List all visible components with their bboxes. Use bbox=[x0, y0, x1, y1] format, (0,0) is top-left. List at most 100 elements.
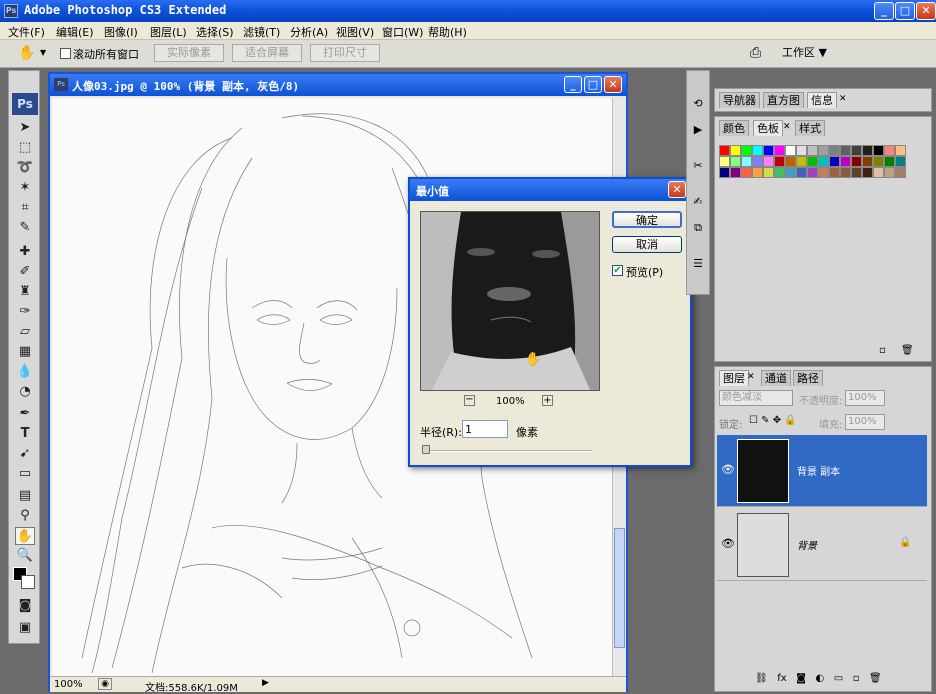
hand-tool-icon[interactable]: ✋ bbox=[18, 45, 35, 61]
menu-edit[interactable]: 编辑(E) bbox=[56, 24, 94, 40]
tab-swatches[interactable]: 色板 bbox=[753, 120, 783, 136]
menu-window[interactable]: 窗口(W) bbox=[382, 24, 423, 40]
maximize-button[interactable]: □ bbox=[895, 2, 915, 20]
actual-pixels-button[interactable]: 实际像素 bbox=[154, 44, 224, 62]
blur-tool-icon[interactable]: 💧 bbox=[15, 363, 35, 381]
doc-close-button[interactable]: ✕ bbox=[604, 76, 622, 93]
tab-layers[interactable]: 图层 bbox=[719, 370, 749, 386]
color-swatch[interactable] bbox=[884, 145, 895, 156]
workspace-menu[interactable]: 工作区 ▼ bbox=[782, 44, 838, 62]
menu-filter[interactable]: 滤镜(T) bbox=[243, 24, 280, 40]
color-swatch[interactable] bbox=[774, 145, 785, 156]
screen-mode-icon[interactable]: ▣ bbox=[15, 619, 35, 637]
color-swatch[interactable] bbox=[895, 167, 906, 178]
color-swatch[interactable] bbox=[840, 167, 851, 178]
tab-swatches-close-icon[interactable]: ✕ bbox=[783, 122, 791, 132]
fit-screen-button[interactable]: 适合屏幕 bbox=[232, 44, 302, 62]
scroll-all-checkbox[interactable] bbox=[60, 48, 71, 59]
tab-color[interactable]: 颜色 bbox=[719, 120, 749, 136]
menu-select[interactable]: 选择(S) bbox=[196, 24, 234, 40]
eyedropper-tool-icon[interactable]: ⚲ bbox=[15, 507, 35, 525]
tab-channels[interactable]: 通道 bbox=[761, 370, 791, 386]
color-swatch[interactable] bbox=[796, 156, 807, 167]
layer-row-background-copy[interactable]: 👁 背景 副本 bbox=[717, 435, 927, 507]
cancel-button[interactable]: 取消 bbox=[612, 236, 682, 253]
zoom-level[interactable]: 100% bbox=[54, 679, 83, 690]
layer-visibility-eye-icon[interactable]: 👁 bbox=[721, 463, 735, 477]
zoom-out-icon[interactable]: − bbox=[464, 395, 475, 406]
color-swatch[interactable] bbox=[785, 156, 796, 167]
color-swatch[interactable] bbox=[730, 145, 741, 156]
filter-preview[interactable]: ✋ bbox=[420, 211, 600, 391]
color-swatch[interactable] bbox=[807, 167, 818, 178]
color-swatch[interactable] bbox=[873, 156, 884, 167]
type-tool-icon[interactable]: T bbox=[15, 425, 35, 443]
new-swatch-icon[interactable]: ▫ bbox=[879, 345, 886, 356]
move-tool-icon[interactable]: ➤ bbox=[15, 119, 35, 137]
color-swatch[interactable] bbox=[752, 145, 763, 156]
notes-tool-icon[interactable]: ▤ bbox=[15, 487, 35, 505]
radius-slider-track[interactable] bbox=[424, 450, 592, 452]
menu-help[interactable]: 帮助(H) bbox=[428, 24, 467, 40]
color-swatch[interactable] bbox=[785, 145, 796, 156]
color-swatch[interactable] bbox=[840, 145, 851, 156]
color-swatch[interactable] bbox=[752, 167, 763, 178]
color-swatch[interactable] bbox=[895, 156, 906, 167]
color-swatch[interactable] bbox=[807, 156, 818, 167]
pen-tool-icon[interactable]: ✒ bbox=[15, 405, 35, 423]
color-swatch[interactable] bbox=[741, 145, 752, 156]
tab-layers-close-icon[interactable]: ✕ bbox=[747, 372, 755, 382]
color-swatch[interactable] bbox=[763, 167, 774, 178]
color-swatch[interactable] bbox=[895, 145, 906, 156]
color-swatch[interactable] bbox=[829, 145, 840, 156]
color-swatch[interactable] bbox=[862, 156, 873, 167]
gradient-tool-icon[interactable]: ▦ bbox=[15, 343, 35, 361]
color-swatch[interactable] bbox=[862, 167, 873, 178]
shape-tool-icon[interactable]: ▭ bbox=[15, 465, 35, 483]
brush-tool-icon[interactable]: ✐ bbox=[15, 263, 35, 281]
minimize-button[interactable]: _ bbox=[874, 2, 894, 20]
color-swatch[interactable] bbox=[741, 156, 752, 167]
lock-pixels-icons[interactable]: ☐ ✎ ✥ 🔒 bbox=[749, 415, 797, 426]
preview-checkbox[interactable]: ✔ bbox=[612, 265, 623, 276]
tab-histogram[interactable]: 直方图 bbox=[763, 92, 804, 108]
color-swatch[interactable] bbox=[873, 167, 884, 178]
color-swatch[interactable] bbox=[851, 156, 862, 167]
quick-mask-icon[interactable]: ◙ bbox=[15, 597, 35, 615]
color-swatch[interactable] bbox=[774, 167, 785, 178]
color-swatch[interactable] bbox=[785, 167, 796, 178]
clone-source-icon[interactable]: ⧉ bbox=[690, 221, 706, 237]
color-swatch[interactable] bbox=[807, 145, 818, 156]
hand-tool-selected-icon[interactable]: ✋ bbox=[15, 527, 35, 545]
print-size-button[interactable]: 打印尺寸 bbox=[310, 44, 380, 62]
opacity-input[interactable]: 100% bbox=[845, 390, 885, 406]
zoom-tool-icon[interactable]: 🔍 bbox=[15, 547, 35, 565]
scrollbar-thumb[interactable] bbox=[614, 528, 625, 648]
fill-input[interactable]: 100% bbox=[845, 414, 885, 430]
color-swatch[interactable] bbox=[840, 156, 851, 167]
tab-navigator[interactable]: 导航器 bbox=[719, 92, 760, 108]
radius-slider-handle[interactable] bbox=[422, 445, 430, 454]
marquee-tool-icon[interactable]: ⬚ bbox=[15, 139, 35, 157]
actions-panel-icon[interactable]: ▶ bbox=[690, 123, 706, 139]
dialog-close-button[interactable]: ✕ bbox=[668, 181, 686, 198]
color-swatch[interactable] bbox=[818, 145, 829, 156]
close-button[interactable]: ✕ bbox=[916, 2, 936, 20]
tab-paths[interactable]: 路径 bbox=[793, 370, 823, 386]
color-swatch[interactable] bbox=[763, 145, 774, 156]
color-swatch[interactable] bbox=[741, 167, 752, 178]
blend-mode-select[interactable]: 颜色减淡 bbox=[719, 390, 793, 406]
color-swatch[interactable] bbox=[862, 145, 873, 156]
swatch-grid[interactable] bbox=[719, 145, 915, 217]
color-swatch[interactable] bbox=[829, 156, 840, 167]
path-selection-icon[interactable]: ➹ bbox=[15, 445, 35, 463]
healing-brush-icon[interactable]: ✚ bbox=[15, 243, 35, 261]
layer-visibility-eye-icon[interactable]: 👁 bbox=[721, 537, 735, 551]
stamp-tool-icon[interactable]: ♜ bbox=[15, 283, 35, 301]
color-swatch[interactable] bbox=[796, 167, 807, 178]
color-swatch[interactable] bbox=[730, 156, 741, 167]
lasso-tool-icon[interactable]: ➰ bbox=[15, 159, 35, 177]
color-swatch[interactable] bbox=[752, 156, 763, 167]
color-swatch[interactable] bbox=[884, 156, 895, 167]
color-swatch[interactable] bbox=[763, 156, 774, 167]
